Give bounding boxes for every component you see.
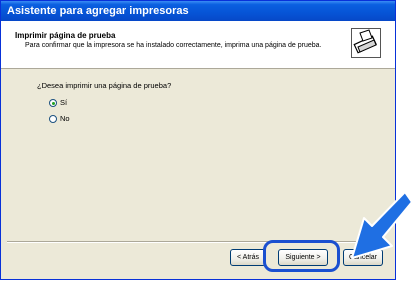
back-button[interactable]: < Atrás	[230, 249, 266, 266]
radio-no-label: No	[60, 114, 70, 123]
window-title: Asistente para agregar impresoras	[7, 5, 189, 17]
radio-no[interactable]: No	[49, 114, 70, 123]
wizard-header: Imprimir página de prueba Para confirmar…	[1, 21, 395, 69]
wizard-window: Asistente para agregar impresoras Imprim…	[0, 0, 396, 280]
header-subtitle: Para confirmar que la impresora se ha in…	[25, 42, 322, 49]
radio-yes-label: Sí	[60, 98, 68, 107]
printer-icon	[351, 28, 381, 58]
pointer-arrow-icon	[351, 191, 413, 259]
title-bar[interactable]: Asistente para agregar impresoras	[1, 1, 395, 21]
header-title: Imprimir página de prueba	[15, 31, 116, 40]
radio-unchecked-icon[interactable]	[49, 114, 57, 123]
next-button-highlight	[263, 240, 340, 272]
radio-yes[interactable]: Sí	[49, 98, 67, 107]
radio-checked-icon[interactable]	[49, 98, 57, 107]
test-page-question: ¿Desea imprimir una página de prueba?	[37, 81, 172, 90]
